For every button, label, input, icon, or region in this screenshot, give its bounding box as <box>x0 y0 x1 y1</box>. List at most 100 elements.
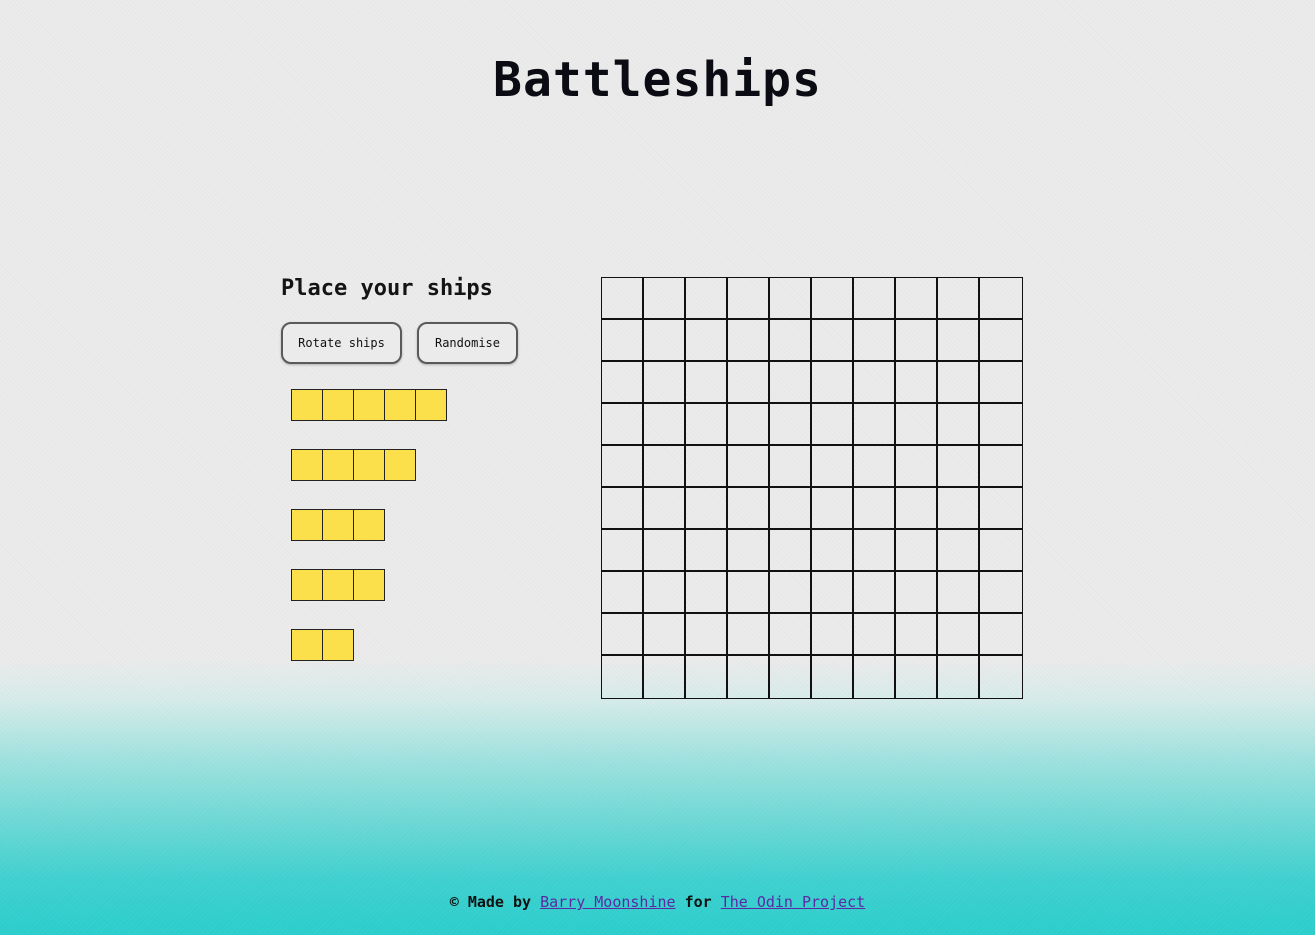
board-cell[interactable] <box>602 656 644 698</box>
board-cell[interactable] <box>896 278 938 320</box>
rotate-ships-button[interactable]: Rotate ships <box>281 322 402 364</box>
board-cell[interactable] <box>938 656 980 698</box>
board-cell[interactable] <box>854 530 896 572</box>
board-cell[interactable] <box>854 446 896 488</box>
board-cell[interactable] <box>644 278 686 320</box>
board-cell[interactable] <box>938 362 980 404</box>
board-cell[interactable] <box>980 614 1022 656</box>
board-cell[interactable] <box>686 530 728 572</box>
board-cell[interactable] <box>938 572 980 614</box>
board-cell[interactable] <box>644 488 686 530</box>
board-cell[interactable] <box>644 404 686 446</box>
board-cell[interactable] <box>812 614 854 656</box>
board-cell[interactable] <box>728 446 770 488</box>
board-cell[interactable] <box>812 362 854 404</box>
board-cell[interactable] <box>896 572 938 614</box>
board-cell[interactable] <box>770 488 812 530</box>
board-cell[interactable] <box>644 446 686 488</box>
board-cell[interactable] <box>644 614 686 656</box>
board-cell[interactable] <box>644 656 686 698</box>
board-cell[interactable] <box>896 320 938 362</box>
board-cell[interactable] <box>686 614 728 656</box>
board-cell[interactable] <box>854 320 896 362</box>
board-cell[interactable] <box>812 572 854 614</box>
board-cell[interactable] <box>770 530 812 572</box>
board-cell[interactable] <box>812 488 854 530</box>
board-cell[interactable] <box>728 530 770 572</box>
board-cell[interactable] <box>812 404 854 446</box>
board-cell[interactable] <box>644 362 686 404</box>
ship-4[interactable] <box>291 449 416 481</box>
board-cell[interactable] <box>602 278 644 320</box>
board-cell[interactable] <box>980 530 1022 572</box>
board-cell[interactable] <box>602 362 644 404</box>
board-cell[interactable] <box>938 446 980 488</box>
board-cell[interactable] <box>854 656 896 698</box>
board-cell[interactable] <box>770 320 812 362</box>
board-cell[interactable] <box>854 278 896 320</box>
board-cell[interactable] <box>644 320 686 362</box>
board-cell[interactable] <box>854 404 896 446</box>
ship-5[interactable] <box>291 389 447 421</box>
board-cell[interactable] <box>728 572 770 614</box>
board-cell[interactable] <box>938 404 980 446</box>
board-cell[interactable] <box>686 656 728 698</box>
board-cell[interactable] <box>938 530 980 572</box>
board-cell[interactable] <box>896 404 938 446</box>
board-cell[interactable] <box>602 446 644 488</box>
board-cell[interactable] <box>896 656 938 698</box>
board-cell[interactable] <box>812 656 854 698</box>
board-cell[interactable] <box>602 404 644 446</box>
board-cell[interactable] <box>854 572 896 614</box>
board-cell[interactable] <box>770 656 812 698</box>
ship-2[interactable] <box>291 629 354 661</box>
board-cell[interactable] <box>728 362 770 404</box>
board-cell[interactable] <box>812 278 854 320</box>
project-link[interactable]: The Odin Project <box>721 893 866 911</box>
author-link[interactable]: Barry Moonshine <box>540 893 675 911</box>
board-cell[interactable] <box>686 362 728 404</box>
board-cell[interactable] <box>728 404 770 446</box>
board-cell[interactable] <box>980 362 1022 404</box>
board-cell[interactable] <box>938 320 980 362</box>
board-cell[interactable] <box>980 572 1022 614</box>
board-cell[interactable] <box>602 572 644 614</box>
board-cell[interactable] <box>770 614 812 656</box>
board-cell[interactable] <box>644 530 686 572</box>
board-cell[interactable] <box>938 614 980 656</box>
board-cell[interactable] <box>896 362 938 404</box>
board-cell[interactable] <box>980 446 1022 488</box>
board-cell[interactable] <box>854 614 896 656</box>
board-cell[interactable] <box>980 278 1022 320</box>
board-cell[interactable] <box>896 614 938 656</box>
board-cell[interactable] <box>854 488 896 530</box>
board-cell[interactable] <box>686 488 728 530</box>
ship-3b[interactable] <box>291 569 385 601</box>
board-cell[interactable] <box>728 656 770 698</box>
board-cell[interactable] <box>728 488 770 530</box>
board-cell[interactable] <box>812 320 854 362</box>
board-cell[interactable] <box>896 530 938 572</box>
board-cell[interactable] <box>686 320 728 362</box>
board-cell[interactable] <box>938 278 980 320</box>
board-cell[interactable] <box>770 404 812 446</box>
board-cell[interactable] <box>770 446 812 488</box>
board-cell[interactable] <box>686 446 728 488</box>
board-cell[interactable] <box>728 614 770 656</box>
board-cell[interactable] <box>980 488 1022 530</box>
board-cell[interactable] <box>770 278 812 320</box>
ship-3a[interactable] <box>291 509 385 541</box>
board-cell[interactable] <box>770 572 812 614</box>
board-cell[interactable] <box>686 572 728 614</box>
board-cell[interactable] <box>938 488 980 530</box>
board-cell[interactable] <box>854 362 896 404</box>
board-cell[interactable] <box>812 530 854 572</box>
board-cell[interactable] <box>896 488 938 530</box>
board-cell[interactable] <box>980 320 1022 362</box>
randomise-button[interactable]: Randomise <box>417 322 518 364</box>
board-cell[interactable] <box>602 320 644 362</box>
board-cell[interactable] <box>770 362 812 404</box>
board-cell[interactable] <box>728 278 770 320</box>
board-cell[interactable] <box>686 278 728 320</box>
board-cell[interactable] <box>896 446 938 488</box>
